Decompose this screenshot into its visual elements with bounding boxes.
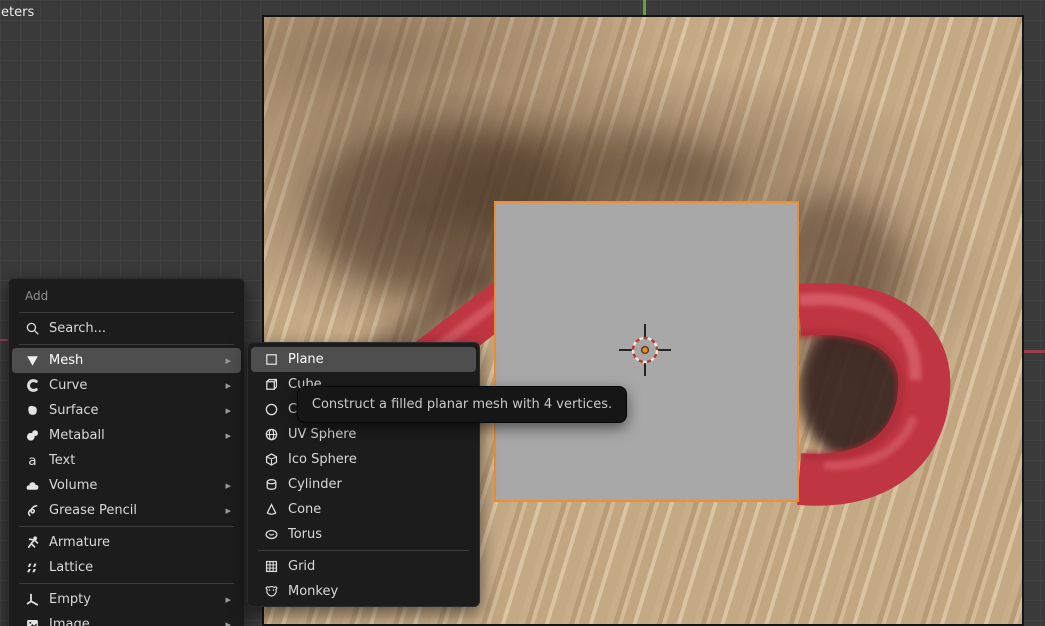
submenu-item-label: Monkey: [288, 584, 468, 599]
submenu-item-label: Plane: [288, 352, 468, 367]
submenu-arrow-icon: ▸: [225, 379, 233, 392]
menu-separator: [19, 526, 234, 527]
submenu-item-cylinder[interactable]: Cylinder: [251, 472, 476, 497]
menu-item-label: Curve: [49, 378, 225, 393]
submenu-arrow-icon: ▸: [225, 504, 233, 517]
menu-item-image[interactable]: Image ▸: [12, 612, 241, 626]
add-menu-title: Add: [9, 283, 244, 309]
image-icon: [24, 617, 40, 626]
menu-item-curve[interactable]: Curve ▸: [12, 373, 241, 398]
submenu-item-grid[interactable]: Grid: [251, 554, 476, 579]
menu-item-label: Lattice: [49, 560, 233, 575]
submenu-item-label: Torus: [288, 527, 468, 542]
menu-item-text[interactable]: a Text: [12, 448, 241, 473]
search-label: Search...: [49, 321, 233, 336]
text-icon: a: [24, 453, 40, 468]
submenu-item-monkey[interactable]: Monkey: [251, 579, 476, 604]
menu-item-volume[interactable]: Volume ▸: [12, 473, 241, 498]
curve-icon: [24, 378, 40, 393]
grease-pencil-icon: [24, 503, 40, 518]
lattice-icon: [24, 560, 40, 575]
menu-separator: [19, 583, 234, 584]
menu-item-label: Metaball: [49, 428, 225, 443]
submenu-arrow-icon: ▸: [225, 618, 233, 626]
submenu-item-uv-sphere[interactable]: UV Sphere: [251, 422, 476, 447]
ico-sphere-icon: [263, 452, 279, 467]
menu-separator: [19, 312, 234, 313]
submenu-item-label: Grid: [288, 559, 468, 574]
submenu-arrow-icon: ▸: [225, 479, 233, 492]
mesh-icon: [24, 353, 40, 368]
monkey-icon: [263, 584, 279, 599]
armature-icon: [24, 535, 40, 550]
search-icon: [24, 321, 40, 336]
menu-item-label: Image: [49, 617, 225, 626]
menu-item-armature[interactable]: Armature: [12, 530, 241, 555]
submenu-item-label: UV Sphere: [288, 427, 468, 442]
unit-overlay-label: eters: [1, 5, 34, 20]
add-menu: Add Search... Mesh ▸ Curve ▸: [8, 278, 245, 626]
cone-icon: [263, 502, 279, 517]
menu-item-empty[interactable]: Empty ▸: [12, 587, 241, 612]
menu-item-label: Volume: [49, 478, 225, 493]
menu-item-label: Armature: [49, 535, 233, 550]
submenu-arrow-icon: ▸: [225, 429, 233, 442]
menu-item-search[interactable]: Search...: [12, 316, 241, 341]
menu-item-label: Empty: [49, 592, 225, 607]
x-axis-line-right: [1024, 350, 1045, 353]
uv-sphere-icon: [263, 427, 279, 442]
plane-icon: [263, 352, 279, 367]
menu-item-label: Surface: [49, 403, 225, 418]
submenu-item-cone[interactable]: Cone: [251, 497, 476, 522]
menu-item-lattice[interactable]: Lattice: [12, 555, 241, 580]
submenu-item-ico-sphere[interactable]: Ico Sphere: [251, 447, 476, 472]
cube-icon: [263, 377, 279, 392]
cylinder-icon: [263, 477, 279, 492]
menu-separator: [258, 550, 469, 551]
y-axis-line-top: [643, 0, 646, 16]
grid-icon: [263, 559, 279, 574]
menu-separator: [19, 344, 234, 345]
circle-icon: [263, 402, 279, 417]
menu-item-surface[interactable]: Surface ▸: [12, 398, 241, 423]
submenu-item-torus[interactable]: Torus: [251, 522, 476, 547]
submenu-arrow-icon: ▸: [225, 404, 233, 417]
menu-item-label: Mesh: [49, 353, 225, 368]
3d-cursor[interactable]: [615, 320, 675, 380]
menu-item-label: Grease Pencil: [49, 503, 225, 518]
menu-item-grease-pencil[interactable]: Grease Pencil ▸: [12, 498, 241, 523]
surface-icon: [24, 403, 40, 418]
blender-3d-viewport: eters: [0, 0, 1045, 626]
mesh-submenu: Plane Cube Circle UV Sphere Ico Sphere: [247, 342, 480, 607]
submenu-arrow-icon: ▸: [225, 593, 233, 606]
submenu-item-plane[interactable]: Plane: [251, 347, 476, 372]
submenu-arrow-icon: ▸: [225, 354, 233, 367]
submenu-item-label: Cylinder: [288, 477, 468, 492]
tooltip: Construct a filled planar mesh with 4 ve…: [297, 386, 627, 423]
empty-axes-icon: [24, 592, 40, 607]
menu-item-mesh[interactable]: Mesh ▸: [12, 348, 241, 373]
volume-icon: [24, 478, 40, 493]
torus-icon: [263, 527, 279, 542]
submenu-item-label: Ico Sphere: [288, 452, 468, 467]
menu-item-label: Text: [49, 453, 233, 468]
metaball-icon: [24, 428, 40, 443]
menu-item-metaball[interactable]: Metaball ▸: [12, 423, 241, 448]
submenu-item-label: Cone: [288, 502, 468, 517]
svg-text:a: a: [28, 454, 36, 468]
